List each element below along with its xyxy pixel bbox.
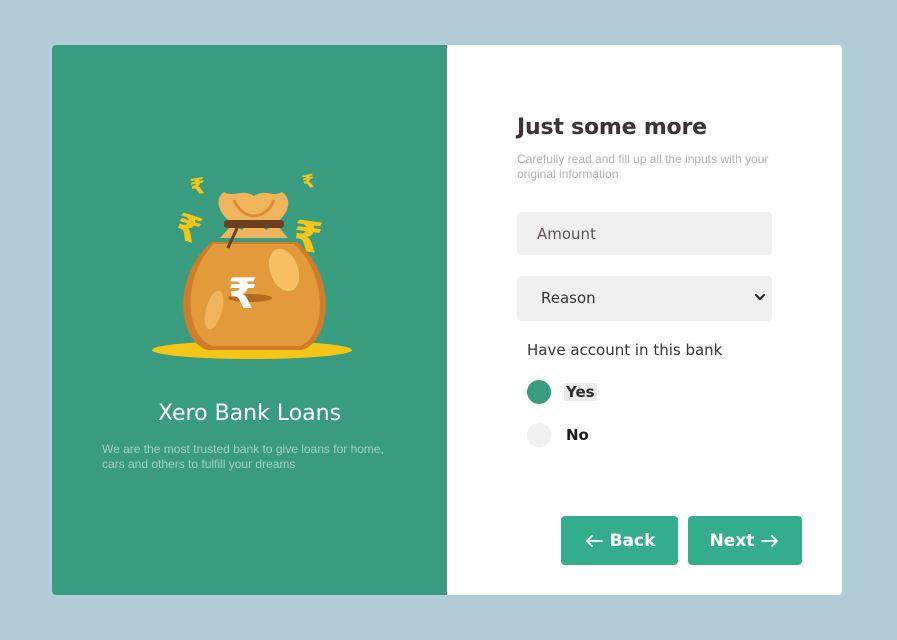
next-button-label: Next <box>709 530 755 551</box>
back-button[interactable]: Back <box>561 516 678 565</box>
brand-description: We are the most trusted bank to give loa… <box>102 442 384 471</box>
radio-no[interactable]: No <box>527 422 677 448</box>
next-button[interactable]: Next <box>688 516 802 565</box>
form-title: Just some more <box>517 115 707 140</box>
amount-input[interactable] <box>517 212 772 255</box>
svg-text:₹: ₹ <box>300 171 317 194</box>
back-button-label: Back <box>609 530 656 551</box>
reason-select[interactable]: Reason <box>517 276 772 321</box>
reason-select-value: Reason <box>541 289 596 307</box>
arrow-left-icon <box>585 534 603 547</box>
form-panel: Just some more Carefully read and fill u… <box>447 45 842 595</box>
form-subtitle: Carefully read and fill up all the input… <box>517 152 769 181</box>
radio-yes[interactable]: Yes <box>527 379 677 405</box>
svg-text:₹: ₹ <box>188 174 207 201</box>
brand-title: Xero Bank Loans <box>157 401 342 426</box>
brand-panel: ₹ ₹ ₹ ₹ ₹ Xero Bank Loans We are the mos… <box>52 45 447 595</box>
svg-text:₹: ₹ <box>170 206 207 253</box>
svg-text:₹: ₹ <box>228 269 257 318</box>
radio-yes-label: Yes <box>564 383 597 401</box>
arrow-right-icon <box>761 534 779 547</box>
radio-no-dot[interactable] <box>527 423 551 447</box>
radio-no-label: No <box>566 426 589 444</box>
chevron-down-icon <box>755 294 765 300</box>
money-bag-rupee-icon: ₹ ₹ ₹ ₹ ₹ <box>152 171 352 359</box>
loan-form-card: ₹ ₹ ₹ ₹ ₹ Xero Bank Loans We are the mos… <box>52 45 842 595</box>
account-question-label: Have account in this bank <box>527 341 723 359</box>
radio-yes-dot[interactable] <box>527 380 551 404</box>
